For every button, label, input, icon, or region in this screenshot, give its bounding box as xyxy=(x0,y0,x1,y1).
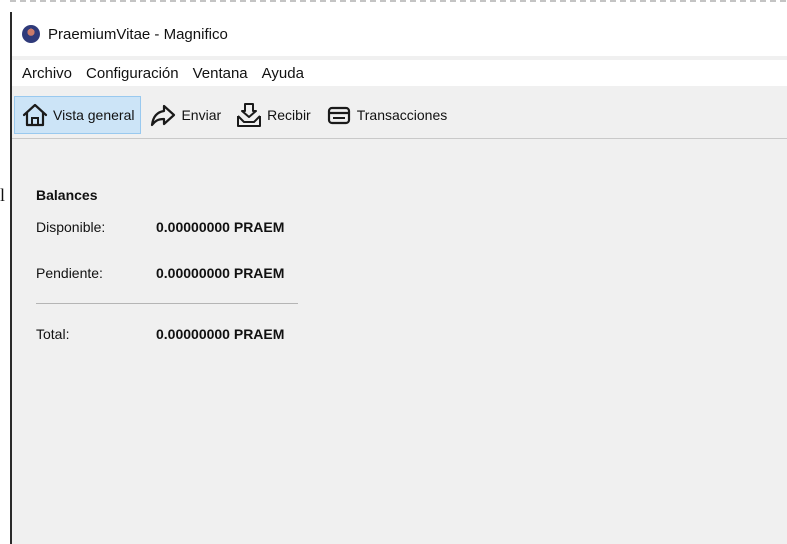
menu-archivo[interactable]: Archivo xyxy=(16,63,78,84)
tab-enviar-label: Enviar xyxy=(181,107,222,123)
stray-text-mark: l xyxy=(0,185,6,205)
tab-transacciones-label: Transacciones xyxy=(356,107,448,123)
send-arrow-icon xyxy=(149,101,177,129)
toolbar: Vista general Enviar Recibir Transaccion… xyxy=(12,92,787,139)
title-bar: PraemiumVitae - Magnifico xyxy=(12,12,787,56)
home-icon xyxy=(21,101,49,129)
receive-inbox-icon xyxy=(235,101,263,129)
available-label: Disponible: xyxy=(36,219,106,235)
total-label: Total: xyxy=(36,326,70,342)
balances-section: Balances Disponible: 0.00000000 PRAEM Pe… xyxy=(36,187,306,368)
transactions-card-icon xyxy=(325,101,353,129)
overview-panel: Balances Disponible: 0.00000000 PRAEM Pe… xyxy=(12,139,787,544)
window-title: PraemiumVitae - Magnifico xyxy=(48,25,228,43)
tab-transacciones[interactable]: Transacciones xyxy=(319,96,454,134)
app-logo-icon xyxy=(22,25,40,43)
tab-recibir[interactable]: Recibir xyxy=(229,96,317,134)
menu-ventana[interactable]: Ventana xyxy=(187,63,254,84)
tab-recibir-label: Recibir xyxy=(267,107,311,123)
tab-vista-general[interactable]: Vista general xyxy=(14,96,142,134)
tab-enviar[interactable]: Enviar xyxy=(143,96,227,134)
menu-configuracion[interactable]: Configuración xyxy=(80,63,185,84)
total-row: Total: 0.00000000 PRAEM xyxy=(36,322,306,346)
available-row: Disponible: 0.00000000 PRAEM xyxy=(36,215,306,239)
pending-row: Pendiente: 0.00000000 PRAEM xyxy=(36,261,306,285)
balances-divider xyxy=(36,303,298,304)
pending-label: Pendiente: xyxy=(36,265,103,281)
available-value: 0.00000000 PRAEM xyxy=(156,219,285,235)
tab-vista-general-label: Vista general xyxy=(53,107,135,123)
balances-heading: Balances xyxy=(36,187,98,203)
pending-value: 0.00000000 PRAEM xyxy=(156,265,285,281)
total-value: 0.00000000 PRAEM xyxy=(156,326,285,342)
menu-bar: Archivo Configuración Ventana Ayuda xyxy=(12,60,787,86)
menu-ayuda[interactable]: Ayuda xyxy=(256,63,310,84)
main-window: PraemiumVitae - Magnifico Archivo Config… xyxy=(10,0,787,544)
